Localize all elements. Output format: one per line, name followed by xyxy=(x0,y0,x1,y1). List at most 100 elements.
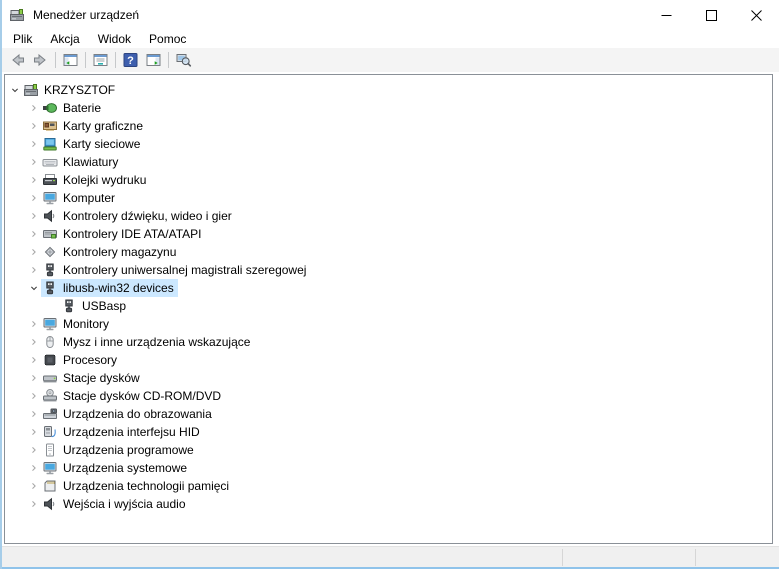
menu-item-plik[interactable]: Plik xyxy=(4,30,41,48)
tree-item-karty-graficzne[interactable]: Karty graficzne xyxy=(5,117,772,135)
chevron-right-icon[interactable] xyxy=(27,352,41,368)
tree-item-klawiatury[interactable]: Klawiatury xyxy=(5,153,772,171)
chevron-down-icon[interactable] xyxy=(8,82,22,98)
software-device-icon xyxy=(42,442,58,458)
chevron-right-icon[interactable] xyxy=(27,406,41,422)
maximize-button[interactable] xyxy=(689,0,734,30)
window-controls xyxy=(644,0,779,30)
tree-item-monitory[interactable]: Monitory xyxy=(5,315,772,333)
status-separator xyxy=(695,549,696,566)
chevron-right-icon[interactable] xyxy=(27,496,41,512)
chevron-right-icon[interactable] xyxy=(27,244,41,260)
close-button[interactable] xyxy=(734,0,779,30)
tree-item-stacje-dysk-w[interactable]: Stacje dysków xyxy=(5,369,772,387)
usb-icon xyxy=(61,298,77,314)
computer-monitor-icon xyxy=(42,190,58,206)
memory-device-icon xyxy=(42,478,58,494)
tree-item-wej-cia-i-wyj-cia-audio[interactable]: Wejścia i wyjścia audio xyxy=(5,495,772,513)
tree-item-label: libusb-win32 devices xyxy=(63,281,174,295)
forward-arrow-icon xyxy=(32,52,49,68)
chevron-right-icon[interactable] xyxy=(27,136,41,152)
chevron-right-icon[interactable] xyxy=(27,172,41,188)
chevron-down-icon[interactable] xyxy=(27,280,41,296)
toolbar-separator xyxy=(55,52,56,68)
computer-icon xyxy=(23,82,39,98)
usb-icon xyxy=(42,262,58,278)
chevron-right-icon[interactable] xyxy=(27,190,41,206)
toolbar-action-pane-button[interactable] xyxy=(142,49,165,71)
chevron-right-icon[interactable] xyxy=(27,334,41,350)
tree-item-urz-dzenia-programowe[interactable]: Urządzenia programowe xyxy=(5,441,772,459)
minimize-button[interactable] xyxy=(644,0,689,30)
chevron-right-icon[interactable] xyxy=(27,226,41,242)
tree-item-urz-dzenia-technologii-pami-ci[interactable]: Urządzenia technologii pamięci xyxy=(5,477,772,495)
battery-icon xyxy=(42,100,58,116)
mouse-icon xyxy=(42,334,58,350)
imaging-device-icon xyxy=(42,406,58,422)
storage-controller-icon xyxy=(42,244,58,260)
tree-item-procesory[interactable]: Procesory xyxy=(5,351,772,369)
device-manager-icon xyxy=(9,7,25,23)
tree-item-label: Kontrolery IDE ATA/ATAPI xyxy=(63,227,202,241)
chevron-right-icon[interactable] xyxy=(27,100,41,116)
chevron-right-icon[interactable] xyxy=(27,262,41,278)
tree-item-stacje-dysk-w-cd-rom-dvd[interactable]: Stacje dysków CD-ROM/DVD xyxy=(5,387,772,405)
tree-item-label: Klawiatury xyxy=(63,155,119,169)
chevron-right-icon[interactable] xyxy=(27,460,41,476)
menu-item-widok[interactable]: Widok xyxy=(89,30,140,48)
toolbar-help-button[interactable]: ? xyxy=(119,49,142,71)
chevron-right-icon[interactable] xyxy=(27,316,41,332)
tree-item-label: Stacje dysków CD-ROM/DVD xyxy=(63,389,222,403)
tree-item-usbasp[interactable]: USBasp xyxy=(5,297,772,315)
tree-item-label: KRZYSZTOF xyxy=(44,83,116,97)
chevron-right-icon[interactable] xyxy=(27,208,41,224)
toolbar-back-button[interactable] xyxy=(6,49,29,71)
tree-item-label: Komputer xyxy=(63,191,116,205)
minimize-icon xyxy=(661,14,672,16)
tree-item-urz-dzenia-systemowe[interactable]: Urządzenia systemowe xyxy=(5,459,772,477)
toolbar-console-tree-button[interactable] xyxy=(59,49,82,71)
monitor-icon xyxy=(42,316,58,332)
chevron-right-icon[interactable] xyxy=(27,388,41,404)
cdrom-icon xyxy=(42,388,58,404)
chevron-right-icon[interactable] xyxy=(27,118,41,134)
tree-item-urz-dzenia-do-obrazowania[interactable]: Urządzenia do obrazowania xyxy=(5,405,772,423)
menu-item-pomoc[interactable]: Pomoc xyxy=(140,30,195,48)
tree-item-baterie[interactable]: Baterie xyxy=(5,99,772,117)
printer-icon xyxy=(42,172,58,188)
chevron-right-icon[interactable] xyxy=(27,370,41,386)
tree-item-label: Kontrolery uniwersalnej magistrali szere… xyxy=(63,263,307,277)
chevron-right-icon[interactable] xyxy=(27,478,41,494)
menu-item-akcja[interactable]: Akcja xyxy=(41,30,88,48)
tree-item-kontrolery-d-wi-ku-wideo-i-gier[interactable]: Kontrolery dźwięku, wideo i gier xyxy=(5,207,772,225)
tree-item-libusb-win32-devices[interactable]: libusb-win32 devices xyxy=(5,279,772,297)
tree-item-karty-sieciowe[interactable]: Karty sieciowe xyxy=(5,135,772,153)
tree-item-mysz-i-inne-urz-dzenia-wskazuj-ce[interactable]: Mysz i inne urządzenia wskazujące xyxy=(5,333,772,351)
tree-item-label: Urządzenia do obrazowania xyxy=(63,407,212,421)
keyboard-icon xyxy=(42,154,58,170)
tree-item-komputer[interactable]: Komputer xyxy=(5,189,772,207)
tree-item-label: Kontrolery dźwięku, wideo i gier xyxy=(63,209,232,223)
tree-item-krzysztof[interactable]: KRZYSZTOF xyxy=(5,81,772,99)
toolbar-scan-hardware-button[interactable] xyxy=(172,49,195,71)
hid-device-icon xyxy=(42,424,58,440)
toolbar-forward-button[interactable] xyxy=(29,49,52,71)
tree-item-kontrolery-uniwersalnej-magistrali-szeregowej[interactable]: Kontrolery uniwersalnej magistrali szere… xyxy=(5,261,772,279)
chevron-right-icon[interactable] xyxy=(27,424,41,440)
tree-item-kontrolery-magazynu[interactable]: Kontrolery magazynu xyxy=(5,243,772,261)
status-bar xyxy=(2,546,779,568)
toolbar-properties-button[interactable] xyxy=(89,49,112,71)
tree-item-label: Urządzenia interfejsu HID xyxy=(63,425,200,439)
display-adapter-icon xyxy=(42,118,58,134)
tree-item-label: Mysz i inne urządzenia wskazujące xyxy=(63,335,251,349)
tree-item-kolejki-wydruku[interactable]: Kolejki wydruku xyxy=(5,171,772,189)
help-icon: ? xyxy=(123,53,138,67)
tree-item-kontrolery-ide-ata-atapi[interactable]: Kontrolery IDE ATA/ATAPI xyxy=(5,225,772,243)
tree-item-label: Baterie xyxy=(63,101,102,115)
tree-item-urz-dzenia-interfejsu-hid[interactable]: Urządzenia interfejsu HID xyxy=(5,423,772,441)
window-title: Menedżer urządzeń xyxy=(33,8,140,22)
chevron-right-icon[interactable] xyxy=(27,154,41,170)
tree-item-label: Urządzenia systemowe xyxy=(63,461,188,475)
chevron-right-icon[interactable] xyxy=(27,442,41,458)
